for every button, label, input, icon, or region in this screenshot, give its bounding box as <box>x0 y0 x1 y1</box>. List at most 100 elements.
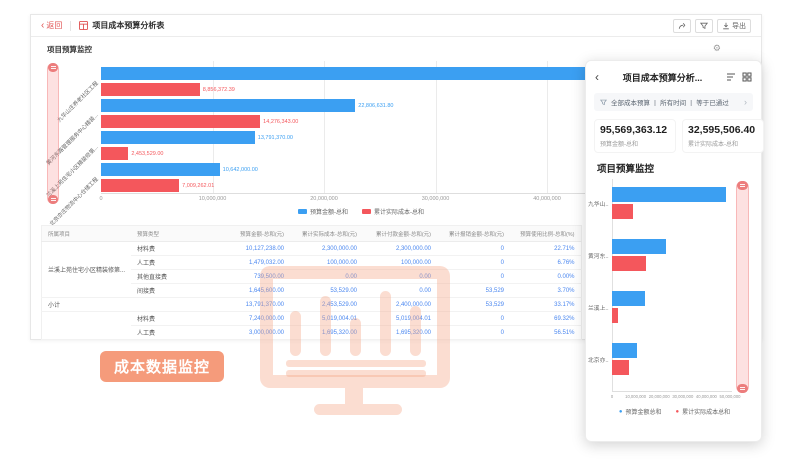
value-cell: 2,400,000.00 <box>363 298 437 312</box>
project-cell: 小计 <box>42 298 132 312</box>
mobile-stats: 95,569,363.12 预算金额-总和 32,595,506.40 累计实际… <box>594 119 764 153</box>
slider-handle[interactable] <box>737 181 748 190</box>
value-cell: 56.51% <box>510 326 581 340</box>
chart-bar <box>612 308 618 323</box>
chart-section-title: 项目预算监控 <box>47 44 92 55</box>
chart-bar <box>612 187 726 202</box>
gear-icon[interactable]: ⚙ <box>713 45 721 54</box>
value-cell: 1,645,600.00 <box>209 284 290 298</box>
list-sort-icon[interactable] <box>726 72 736 82</box>
chart-bar <box>101 83 200 96</box>
filter-funnel-icon <box>700 22 708 30</box>
category-label: 黄河东.. <box>588 251 610 260</box>
budget-type-cell: 人工费 <box>131 326 209 340</box>
x-axis-line <box>612 391 732 392</box>
report-table-icon <box>79 21 88 30</box>
project-cell: 兰溪上苑住宅小区精装修第... <box>42 242 132 298</box>
chart-bar <box>101 131 255 144</box>
slider-grip <box>51 200 56 201</box>
value-cell: 0.00% <box>510 270 581 284</box>
slider-handle[interactable] <box>48 63 58 72</box>
chart-bar <box>101 67 640 80</box>
export-label: 导出 <box>732 21 746 31</box>
mobile-preview-panel: ‹ 项目成本预算分析... 全部成本预算 丨 所有时间 丨 等于已通过 › 95… <box>585 60 762 442</box>
gridline <box>324 61 325 193</box>
page-title: 项目成本预算分析表 <box>92 20 164 31</box>
bar-value-label: 2,453,529.00 <box>131 151 163 157</box>
export-button[interactable]: 导出 <box>717 19 751 33</box>
back-label: 返回 <box>46 20 62 31</box>
value-cell: 22.71% <box>510 242 581 256</box>
value-cell: 739,500.00 <box>209 270 290 284</box>
stat-value: 95,569,363.12 <box>600 124 670 136</box>
mobile-title: 项目成本预算分析... <box>599 71 726 84</box>
x-tick-label: 30,000,000 <box>672 394 693 399</box>
value-cell: 69.32% <box>510 312 581 326</box>
bar-value-label: 10,642,000.00 <box>223 167 258 173</box>
value-cell: 3.70% <box>510 284 581 298</box>
bar-value-label: 7,009,262.01 <box>182 183 214 189</box>
slider-handle[interactable] <box>737 384 748 393</box>
value-cell: 7,240,000.00 <box>209 312 290 326</box>
slider-grip <box>740 184 746 185</box>
legend-item-budget[interactable]: 预算金额-总和 <box>298 207 348 216</box>
legend-swatch-red <box>362 209 371 214</box>
column-header: 累计付款金额-总和(元) <box>363 226 437 242</box>
value-cell: 0 <box>437 242 510 256</box>
chart-zoom-slider[interactable] <box>47 63 59 204</box>
budget-type-cell: 间接费 <box>131 284 209 298</box>
value-cell: 0.00 <box>363 270 437 284</box>
category-label: 兰溪上.. <box>588 303 610 312</box>
legend-item-actual[interactable]: 累计实际成本-总和 <box>362 207 424 216</box>
value-cell: 100,000.00 <box>290 256 363 270</box>
x-tick-label: 40,000,000 <box>533 196 561 202</box>
value-cell: 13,791,370.00 <box>209 298 290 312</box>
stat-card-actual: 32,595,506.40 累计实际成本-总和 <box>682 119 764 153</box>
share-button[interactable] <box>673 19 691 33</box>
chart-zoom-slider[interactable] <box>736 181 749 393</box>
mobile-filter-bar[interactable]: 全部成本预算 丨 所有时间 丨 等于已通过 › <box>594 93 753 111</box>
value-cell: 5,019,004.01 <box>363 312 437 326</box>
x-tick-label: 10,000,000 <box>625 394 646 399</box>
budget-type-cell: 人工费 <box>131 256 209 270</box>
x-tick-label: 10,000,000 <box>199 196 227 202</box>
column-header: 累计报销金额-总和(元) <box>437 226 510 242</box>
slider-handle[interactable] <box>48 195 58 204</box>
titlebar-actions: 导出 <box>673 19 751 33</box>
project-cell <box>42 312 132 340</box>
value-cell: 2,300,000.00 <box>363 242 437 256</box>
window-titlebar: ‹ 返回 项目成本预算分析表 导出 <box>31 15 761 37</box>
stat-label: 累计实际成本-总和 <box>688 139 758 148</box>
budget-type-cell: 其他直接费 <box>131 270 209 284</box>
legend-item-actual[interactable]: ● 累计实际成本总和 <box>676 407 731 416</box>
legend-item-budget[interactable]: ● 预算金额总和 <box>619 407 662 416</box>
watermark-line <box>286 370 426 377</box>
bar-value-label: 8,856,372.39 <box>203 87 235 93</box>
value-cell: 1,695,320.00 <box>290 326 363 340</box>
value-cell: 53,529 <box>437 298 510 312</box>
back-button[interactable]: ‹ 返回 <box>41 20 62 31</box>
x-tick-label: 20,000,000 <box>310 196 338 202</box>
legend-swatch-blue <box>298 209 307 214</box>
screenshot-root: ‹ 返回 项目成本预算分析表 导出 项目预算监控 <box>0 0 792 459</box>
mobile-header-icons <box>726 72 752 82</box>
gridline <box>436 61 437 193</box>
value-cell: 0 <box>437 256 510 270</box>
bar-value-label: 14,276,343.00 <box>263 119 298 125</box>
value-cell: 1,695,320.00 <box>363 326 437 340</box>
x-tick-label: 40,000,000 <box>696 394 717 399</box>
value-cell: 0 <box>437 326 510 340</box>
value-cell: 3,000,000.00 <box>209 326 290 340</box>
filter-funnel-icon <box>600 99 607 106</box>
column-header: 预算使用比例-总和(%) <box>510 226 581 242</box>
grid-view-icon[interactable] <box>742 72 752 82</box>
legend-dot-red: ● <box>676 409 680 415</box>
watermark-line <box>286 360 426 367</box>
value-cell: 2,300,000.00 <box>290 242 363 256</box>
value-cell: 0.00 <box>363 284 437 298</box>
mobile-chart-legend: ● 预算金额总和 ● 累计实际成本总和 <box>586 407 763 416</box>
filter-button[interactable] <box>695 19 713 33</box>
mobile-budget-bar-chart: ● 预算金额总和 ● 累计实际成本总和 010,000,00020,000,00… <box>586 179 763 429</box>
chart-bar <box>101 163 220 176</box>
budget-type-cell: 材料费 <box>131 312 209 326</box>
